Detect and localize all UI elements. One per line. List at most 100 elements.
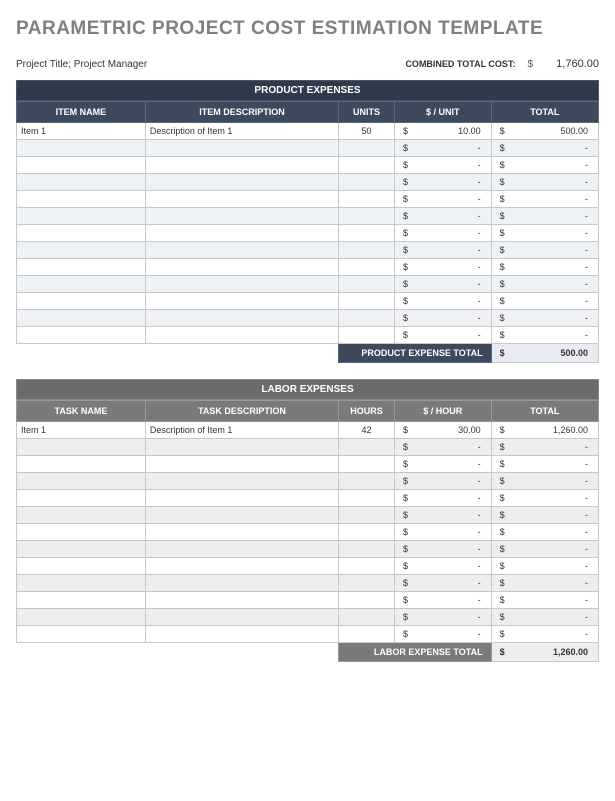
cell-desc[interactable] <box>145 524 338 541</box>
cell-name[interactable] <box>17 310 146 327</box>
cell-desc[interactable] <box>145 242 338 259</box>
cell-desc[interactable] <box>145 609 338 626</box>
cell-rate[interactable]: $- <box>394 456 491 473</box>
cell-name[interactable] <box>17 276 146 293</box>
cell-name[interactable] <box>17 541 146 558</box>
cell-desc[interactable] <box>145 490 338 507</box>
cell-name[interactable]: Item 1 <box>17 123 146 140</box>
cell-desc[interactable] <box>145 558 338 575</box>
cell-rate[interactable]: $- <box>394 276 491 293</box>
cell-units[interactable] <box>339 439 395 456</box>
cell-name[interactable] <box>17 592 146 609</box>
cell-name[interactable] <box>17 626 146 643</box>
cell-name[interactable] <box>17 174 146 191</box>
cell-desc[interactable] <box>145 259 338 276</box>
cell-desc[interactable] <box>145 174 338 191</box>
cell-rate[interactable]: $- <box>394 439 491 456</box>
cell-desc[interactable] <box>145 191 338 208</box>
cell-units[interactable] <box>339 225 395 242</box>
cell-units[interactable]: 50 <box>339 123 395 140</box>
cell-name[interactable] <box>17 456 146 473</box>
cell-units[interactable] <box>339 174 395 191</box>
cell-name[interactable] <box>17 507 146 524</box>
cell-desc[interactable] <box>145 225 338 242</box>
cell-name[interactable] <box>17 558 146 575</box>
cell-desc[interactable] <box>145 276 338 293</box>
cell-units[interactable] <box>339 293 395 310</box>
cell-name[interactable] <box>17 293 146 310</box>
cell-name[interactable] <box>17 524 146 541</box>
cell-units[interactable] <box>339 558 395 575</box>
cell-name[interactable] <box>17 609 146 626</box>
cell-rate[interactable]: $- <box>394 609 491 626</box>
cell-desc[interactable] <box>145 310 338 327</box>
cell-rate[interactable]: $- <box>394 558 491 575</box>
cell-units[interactable] <box>339 473 395 490</box>
cell-desc[interactable] <box>145 575 338 592</box>
cell-units[interactable] <box>339 310 395 327</box>
cell-name[interactable] <box>17 208 146 225</box>
cell-desc[interactable] <box>145 157 338 174</box>
cell-rate[interactable]: $- <box>394 174 491 191</box>
cell-rate[interactable]: $- <box>394 293 491 310</box>
cell-rate[interactable]: $- <box>394 225 491 242</box>
cell-units[interactable] <box>339 242 395 259</box>
cell-desc[interactable] <box>145 592 338 609</box>
cell-name[interactable] <box>17 439 146 456</box>
cell-name[interactable] <box>17 242 146 259</box>
cell-rate[interactable]: $- <box>394 524 491 541</box>
cell-units[interactable] <box>339 157 395 174</box>
cell-units[interactable] <box>339 327 395 344</box>
cell-units[interactable] <box>339 524 395 541</box>
cell-desc[interactable] <box>145 626 338 643</box>
cell-units[interactable] <box>339 626 395 643</box>
cell-name[interactable]: Item 1 <box>17 422 146 439</box>
cell-desc[interactable] <box>145 473 338 490</box>
cell-rate[interactable]: $- <box>394 242 491 259</box>
cell-desc[interactable] <box>145 140 338 157</box>
cell-name[interactable] <box>17 575 146 592</box>
cell-units[interactable] <box>339 456 395 473</box>
cell-desc[interactable] <box>145 507 338 524</box>
cell-units[interactable] <box>339 507 395 524</box>
cell-name[interactable] <box>17 140 146 157</box>
cell-rate[interactable]: $- <box>394 473 491 490</box>
cell-units[interactable] <box>339 609 395 626</box>
cell-units[interactable] <box>339 208 395 225</box>
cell-rate[interactable]: $- <box>394 575 491 592</box>
cell-name[interactable] <box>17 490 146 507</box>
cell-name[interactable] <box>17 191 146 208</box>
cell-rate[interactable]: $- <box>394 327 491 344</box>
cell-desc[interactable]: Description of Item 1 <box>145 123 338 140</box>
cell-units[interactable] <box>339 490 395 507</box>
cell-units[interactable] <box>339 259 395 276</box>
cell-desc[interactable]: Description of Item 1 <box>145 422 338 439</box>
cell-rate[interactable]: $- <box>394 626 491 643</box>
cell-rate[interactable]: $- <box>394 208 491 225</box>
cell-rate[interactable]: $- <box>394 490 491 507</box>
cell-desc[interactable] <box>145 439 338 456</box>
cell-desc[interactable] <box>145 293 338 310</box>
cell-units[interactable] <box>339 592 395 609</box>
cell-name[interactable] <box>17 225 146 242</box>
cell-units[interactable] <box>339 191 395 208</box>
cell-name[interactable] <box>17 259 146 276</box>
cell-rate[interactable]: $- <box>394 541 491 558</box>
cell-rate[interactable]: $- <box>394 507 491 524</box>
cell-rate[interactable]: $- <box>394 191 491 208</box>
cell-units[interactable] <box>339 575 395 592</box>
cell-rate[interactable]: $- <box>394 140 491 157</box>
cell-units[interactable]: 42 <box>339 422 395 439</box>
cell-rate[interactable]: $- <box>394 310 491 327</box>
cell-rate[interactable]: $- <box>394 157 491 174</box>
cell-name[interactable] <box>17 327 146 344</box>
cell-rate[interactable]: $- <box>394 592 491 609</box>
cell-desc[interactable] <box>145 208 338 225</box>
cell-desc[interactable] <box>145 456 338 473</box>
cell-name[interactable] <box>17 157 146 174</box>
cell-desc[interactable] <box>145 327 338 344</box>
cell-units[interactable] <box>339 140 395 157</box>
cell-rate[interactable]: $- <box>394 259 491 276</box>
cell-desc[interactable] <box>145 541 338 558</box>
cell-units[interactable] <box>339 541 395 558</box>
